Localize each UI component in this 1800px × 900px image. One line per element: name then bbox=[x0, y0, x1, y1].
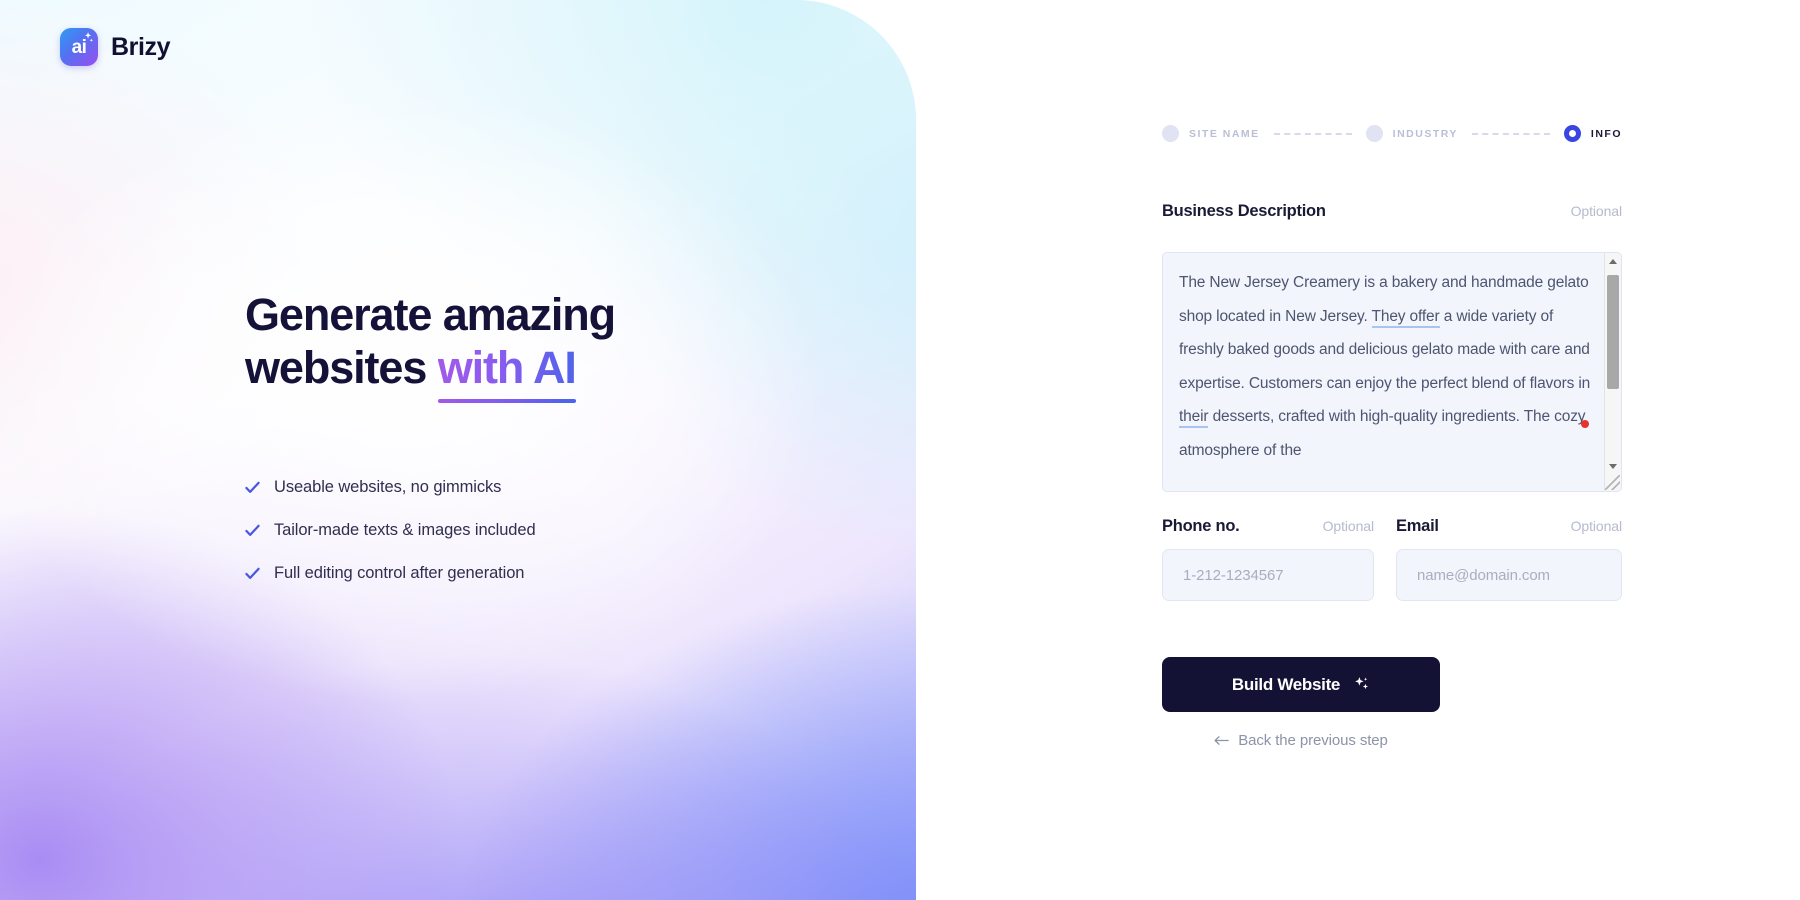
contact-fields: Phone no. Optional Email Optional 1-212-… bbox=[1162, 517, 1622, 601]
sparkles-icon bbox=[1355, 677, 1369, 690]
arrow-left-icon bbox=[1214, 736, 1230, 745]
email-input-placeholder: name@domain.com bbox=[1417, 566, 1550, 584]
brand-name: Brizy bbox=[111, 32, 171, 61]
scroll-up-button[interactable] bbox=[1605, 253, 1621, 270]
phone-input[interactable]: 1-212-1234567 bbox=[1162, 549, 1374, 601]
scrollbar-thumb[interactable] bbox=[1607, 275, 1619, 389]
wizard-form-panel: SITE NAME INDUSTRY INFO Business Descrip… bbox=[1162, 0, 1622, 900]
feature-label: Tailor-made texts & images included bbox=[274, 521, 536, 540]
brizy-ai-logo-mark: ai bbox=[60, 28, 98, 66]
phone-label-row: Phone no. Optional bbox=[1162, 517, 1374, 536]
phone-label: Phone no. bbox=[1162, 517, 1240, 535]
hero-content: Generate amazing websites with AI Useabl… bbox=[245, 288, 805, 583]
headline-accent-text: with AI bbox=[437, 342, 576, 394]
feature-label: Useable websites, no gimmicks bbox=[274, 478, 502, 497]
phone-input-placeholder: 1-212-1234567 bbox=[1183, 566, 1284, 584]
feature-list: Useable websites, no gimmicks Tailor-mad… bbox=[245, 478, 805, 583]
phone-optional-tag: Optional bbox=[1322, 518, 1374, 534]
step-label: INDUSTRY bbox=[1392, 127, 1458, 140]
list-item: Useable websites, no gimmicks bbox=[245, 478, 805, 497]
business-description-label-row: Business Description Optional bbox=[1162, 202, 1622, 221]
desc-text-part-3: desserts, crafted with high-quality ingr… bbox=[1179, 408, 1586, 459]
check-icon bbox=[245, 567, 260, 580]
wizard-stepper: SITE NAME INDUSTRY INFO bbox=[1162, 125, 1622, 142]
page-title: Generate amazing websites with AI bbox=[245, 288, 805, 404]
check-icon bbox=[245, 481, 260, 494]
headline-accent-underline bbox=[437, 399, 576, 404]
chevron-down-icon bbox=[1609, 464, 1617, 469]
business-description-optional-tag: Optional bbox=[1570, 203, 1622, 219]
step-indicator-dot bbox=[1162, 125, 1179, 142]
ai-website-builder-page: ai Brizy Generate amazing websites with … bbox=[0, 0, 1800, 900]
step-connector bbox=[1471, 132, 1550, 135]
email-input[interactable]: name@domain.com bbox=[1396, 549, 1622, 601]
step-indicator-dot-active bbox=[1563, 125, 1581, 142]
sparkle-icon bbox=[85, 32, 93, 42]
business-description-textarea[interactable]: The New Jersey Creamery is a bakery and … bbox=[1162, 252, 1622, 492]
step-industry[interactable]: INDUSTRY bbox=[1365, 125, 1458, 142]
build-website-label: Build Website bbox=[1231, 674, 1341, 694]
back-link-label: Back the previous step bbox=[1238, 732, 1388, 749]
email-optional-tag: Optional bbox=[1570, 518, 1622, 534]
business-description-value: The New Jersey Creamery is a bakery and … bbox=[1179, 266, 1591, 468]
headline-accent: with AI bbox=[437, 341, 576, 404]
textarea-resize-handle[interactable] bbox=[1605, 475, 1620, 490]
step-site-name[interactable]: SITE NAME bbox=[1162, 125, 1260, 142]
spellcheck-suggestion-1[interactable]: They offer bbox=[1371, 307, 1440, 328]
contact-field-labels: Phone no. Optional Email Optional bbox=[1162, 517, 1622, 536]
step-info[interactable]: INFO bbox=[1563, 125, 1623, 142]
feature-label: Full editing control after generation bbox=[274, 564, 525, 583]
brand-logo[interactable]: ai Brizy bbox=[60, 28, 171, 66]
back-previous-step-link[interactable]: Back the previous step bbox=[1162, 732, 1440, 749]
step-indicator-dot bbox=[1365, 125, 1383, 142]
build-website-button[interactable]: Build Website bbox=[1162, 657, 1440, 712]
business-description-label: Business Description bbox=[1162, 202, 1326, 220]
check-icon bbox=[245, 524, 260, 537]
spellcheck-suggestion-2[interactable]: their bbox=[1179, 408, 1209, 429]
headline-line-1: Generate amazing bbox=[245, 289, 616, 340]
grammar-alert-dot[interactable] bbox=[1581, 420, 1589, 428]
step-label: SITE NAME bbox=[1189, 127, 1260, 140]
textarea-scrollbar[interactable] bbox=[1604, 253, 1621, 491]
step-label: INFO bbox=[1590, 127, 1623, 140]
step-connector bbox=[1273, 132, 1352, 135]
list-item: Tailor-made texts & images included bbox=[245, 521, 805, 540]
email-label-row: Email Optional bbox=[1396, 517, 1622, 536]
list-item: Full editing control after generation bbox=[245, 564, 805, 583]
hero-panel: ai Brizy Generate amazing websites with … bbox=[0, 0, 916, 900]
scroll-down-button[interactable] bbox=[1605, 458, 1621, 475]
chevron-up-icon bbox=[1609, 259, 1617, 264]
email-label: Email bbox=[1396, 517, 1439, 535]
headline-line-2-plain: websites bbox=[245, 342, 438, 394]
contact-inputs: 1-212-1234567 name@domain.com bbox=[1162, 549, 1622, 601]
